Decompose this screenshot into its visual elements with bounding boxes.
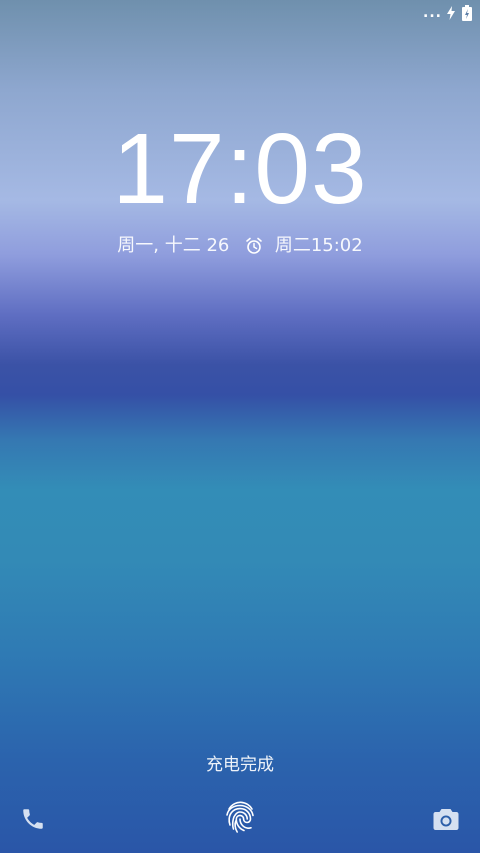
alarm-clock-icon: [246, 237, 262, 254]
next-alarm-time: 周二15:02: [274, 235, 363, 256]
fingerprint-icon[interactable]: [224, 800, 256, 834]
charging-bolt-icon: [447, 6, 455, 20]
more-dots-icon: ...: [423, 5, 442, 21]
lockscreen-clock: 17:03: [112, 113, 368, 225]
status-bar: ...: [0, 0, 480, 28]
phone-icon[interactable]: [20, 806, 46, 832]
battery-icon: [462, 5, 472, 21]
charge-status-text: 充电完成: [206, 755, 274, 775]
camera-icon[interactable]: [433, 807, 459, 831]
lockscreen-date: 周一, 十二 26: [117, 235, 230, 256]
date-alarm-row: 周一, 十二 26 周二15:02: [0, 232, 480, 260]
